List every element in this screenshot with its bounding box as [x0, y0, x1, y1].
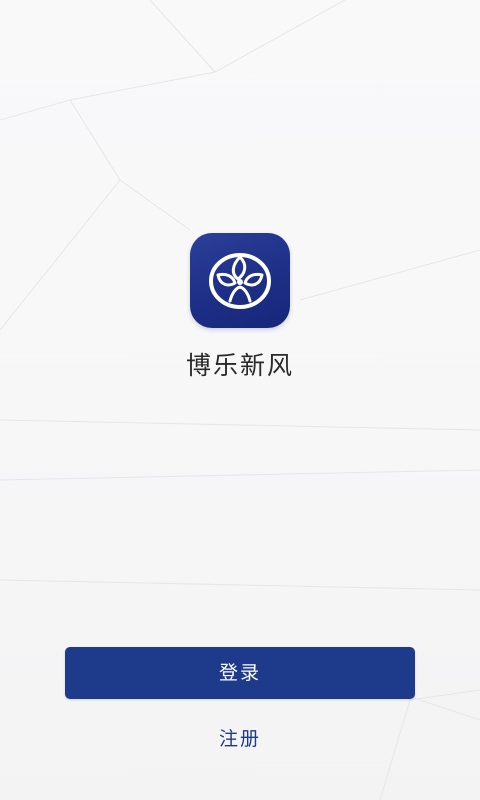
fan-logo-icon — [209, 252, 271, 309]
register-link[interactable]: 注册 — [190, 722, 290, 756]
login-button[interactable]: 登录 — [65, 647, 415, 699]
splash-screen: 博乐新风 登录 注册 — [0, 0, 480, 800]
app-name: 博乐新风 — [185, 351, 294, 380]
app-logo — [190, 233, 290, 328]
